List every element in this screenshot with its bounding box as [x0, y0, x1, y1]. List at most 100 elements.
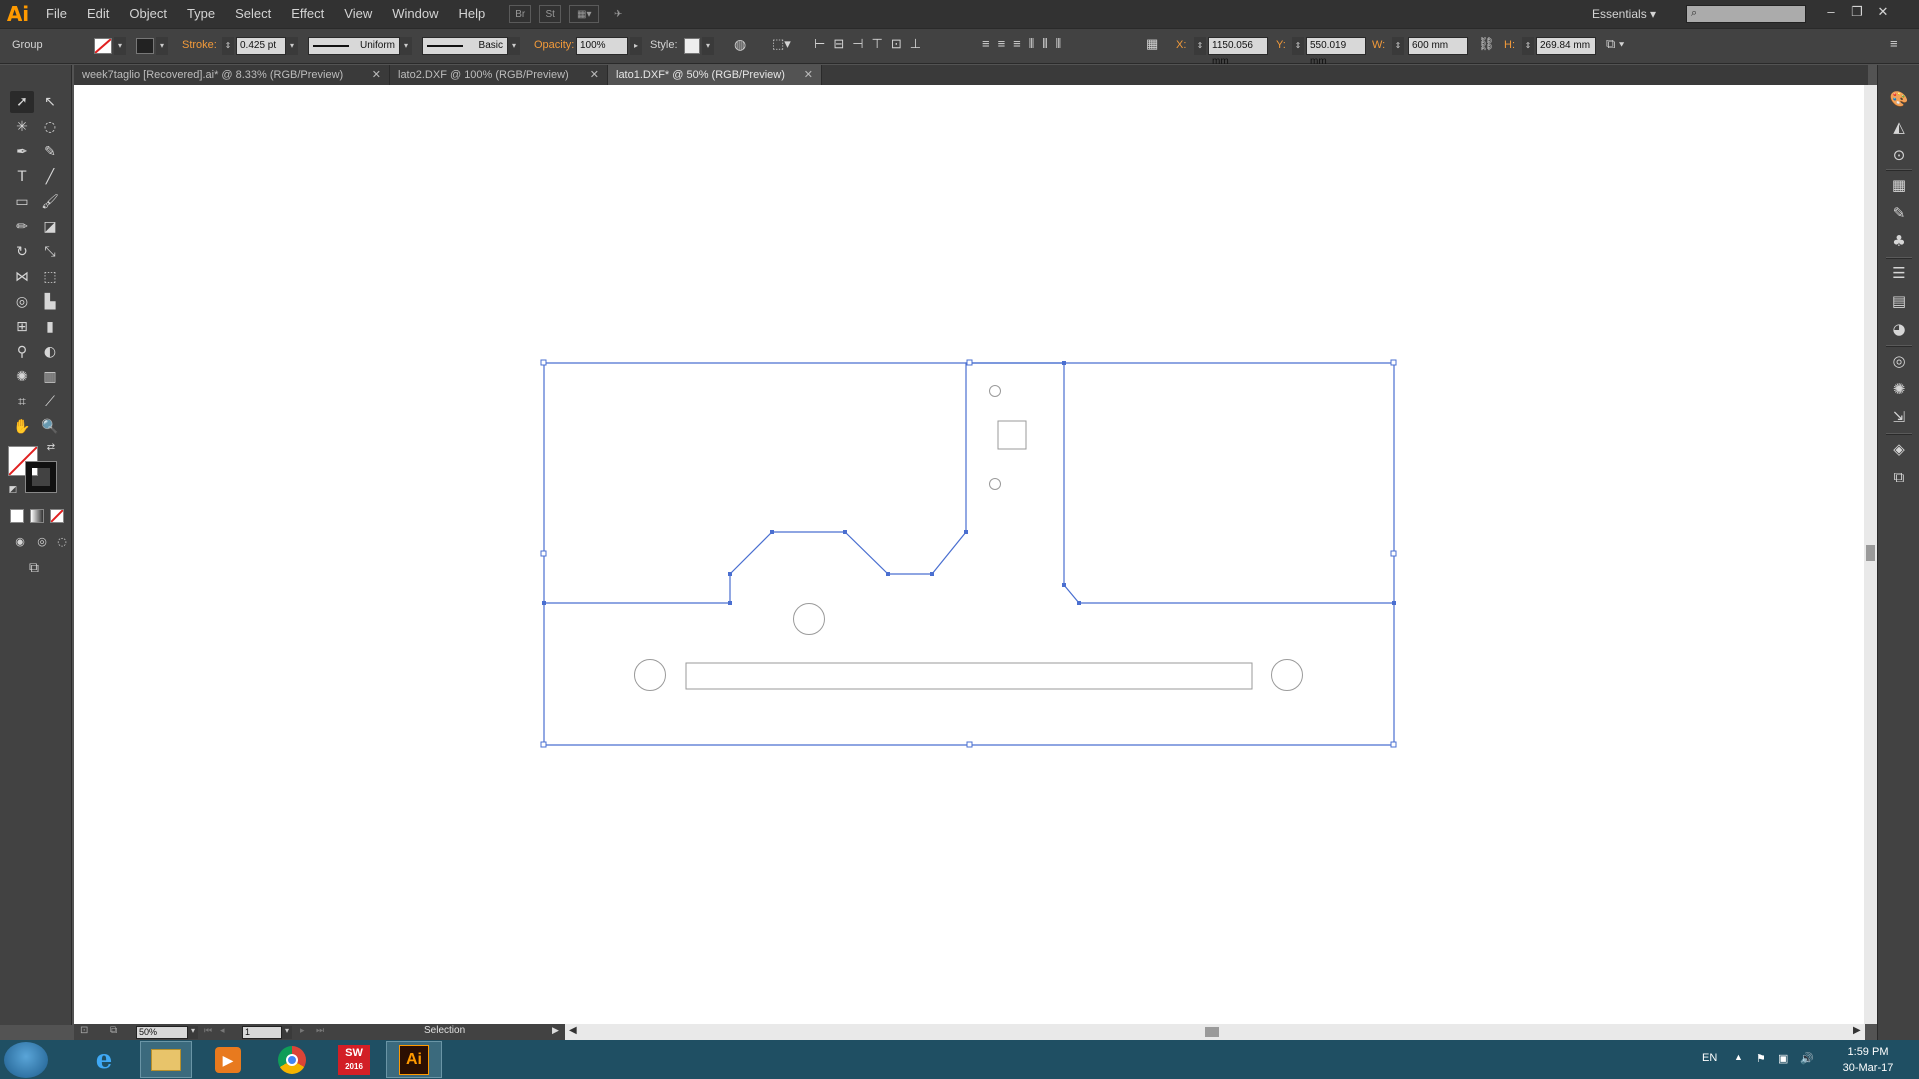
bridge-button[interactable]: Br: [509, 5, 532, 23]
artboard-dropdown[interactable]: ▾: [282, 1026, 292, 1039]
zoom-preset-icon[interactable]: ⊡: [80, 1025, 88, 1036]
restore-button[interactable]: ❐: [1844, 2, 1870, 22]
default-colors-icon[interactable]: ◩: [6, 483, 20, 497]
close-tab-icon[interactable]: ✕: [372, 65, 381, 85]
magic-wand-tool-icon[interactable]: ✳: [10, 116, 34, 138]
transparency-panel-icon[interactable]: ◕: [1889, 319, 1909, 339]
color-mode-icon[interactable]: [10, 509, 24, 523]
paintbrush-tool-icon[interactable]: 🖌: [38, 191, 62, 213]
stroke-color-swatch[interactable]: [25, 461, 57, 493]
mesh-tool-icon[interactable]: ⊞: [10, 316, 34, 338]
transform-reference-point-icon[interactable]: ▦: [1146, 36, 1158, 52]
distribute-buttons-icon[interactable]: ≡≡≡⫴⫴⫴: [982, 36, 1069, 52]
constrain-proportions-icon[interactable]: ⛓: [1478, 36, 1495, 52]
blend-tool-icon[interactable]: ◐: [38, 341, 62, 363]
symbols-panel-icon[interactable]: ♣: [1889, 231, 1909, 251]
symbol-sprayer-tool-icon[interactable]: ✺: [10, 366, 34, 388]
close-tab-icon[interactable]: ✕: [804, 65, 813, 85]
layers-panel-icon[interactable]: ◈: [1889, 439, 1909, 459]
menu-object[interactable]: Object: [119, 0, 177, 28]
show-hidden-icons-icon[interactable]: ▲: [1734, 1052, 1743, 1062]
h-field[interactable]: 269.84 mm: [1536, 37, 1596, 55]
draw-normal-icon[interactable]: ◉: [8, 531, 32, 553]
perspective-grid-tool-icon[interactable]: ▙: [38, 291, 62, 313]
align-to-selection-icon[interactable]: ⬚▾: [772, 36, 791, 52]
stroke-label[interactable]: Stroke:: [182, 39, 217, 51]
rectangle-tool-icon[interactable]: ▭: [10, 191, 34, 213]
menu-window[interactable]: Window: [382, 0, 448, 28]
opacity-slider-toggle[interactable]: ▸: [630, 37, 642, 55]
swatches-panel-icon[interactable]: ▦: [1889, 175, 1909, 195]
y-field[interactable]: 550.019 mm: [1306, 37, 1366, 67]
pen-tool-icon[interactable]: ✒: [10, 141, 34, 163]
workspace-switcher[interactable]: Essentials ▾: [1592, 0, 1656, 28]
gradient-tool-icon[interactable]: ▮: [38, 316, 62, 338]
menu-file[interactable]: File: [36, 0, 77, 28]
y-label[interactable]: Y:: [1276, 39, 1286, 51]
brush-dropdown[interactable]: ▾: [508, 37, 520, 55]
selected-artwork[interactable]: [74, 85, 1864, 1024]
change-screen-mode-icon[interactable]: ⧉: [22, 557, 46, 579]
solidworks-taskbar-icon[interactable]: SW 2016: [326, 1041, 382, 1078]
menu-select[interactable]: Select: [225, 0, 281, 28]
eraser-tool-icon[interactable]: ◪: [38, 216, 62, 238]
opacity-label[interactable]: Opacity:: [534, 39, 574, 51]
zoom-field[interactable]: 50%: [136, 1026, 188, 1039]
scroll-left-icon[interactable]: ◀: [569, 1025, 577, 1036]
stroke-panel-icon[interactable]: ☰: [1889, 263, 1909, 283]
volume-icon[interactable]: 🔊: [1800, 1052, 1814, 1065]
stroke-weight-field[interactable]: 0.425 pt: [236, 37, 286, 55]
color-panel-icon[interactable]: 🎨: [1889, 89, 1909, 109]
tab-lato1[interactable]: lato1.DXF* @ 50% (RGB/Preview) ✕: [608, 65, 822, 85]
width-tool-icon[interactable]: ⋈: [10, 266, 34, 288]
language-indicator[interactable]: EN: [1702, 1052, 1717, 1064]
close-button[interactable]: ✕: [1870, 2, 1896, 22]
first-artboard-icon[interactable]: ⏮: [204, 1025, 212, 1036]
media-player-taskbar-icon[interactable]: ▶: [200, 1041, 256, 1078]
pencil-tool-icon[interactable]: ✏: [10, 216, 34, 238]
w-stepper[interactable]: ⇕: [1392, 37, 1404, 55]
stroke-swatch[interactable]: [136, 38, 154, 54]
line-segment-tool-icon[interactable]: ╱: [38, 166, 62, 188]
graphic-style-swatch[interactable]: [684, 38, 700, 54]
x-stepper[interactable]: ⇕: [1194, 37, 1206, 55]
horizontal-scrollbar[interactable]: ◀ ▶: [565, 1024, 1865, 1040]
none-mode-icon[interactable]: [50, 509, 64, 523]
slice-tool-icon[interactable]: ⟋: [38, 391, 62, 413]
previous-artboard-icon[interactable]: ◂: [220, 1025, 225, 1036]
w-label[interactable]: W:: [1372, 39, 1385, 51]
zoom-fit-icon[interactable]: ⧉: [110, 1025, 117, 1036]
fill-dropdown[interactable]: ▾: [114, 37, 126, 55]
brushes-panel-icon[interactable]: ✎: [1889, 203, 1909, 223]
column-graph-tool-icon[interactable]: ▥: [38, 366, 62, 388]
style-dropdown[interactable]: ▾: [702, 37, 714, 55]
hand-tool-icon[interactable]: ✋: [10, 416, 34, 438]
stroke-swatch-dropdown[interactable]: ▾: [156, 37, 168, 55]
curvature-tool-icon[interactable]: ✎: [38, 141, 62, 163]
menu-view[interactable]: View: [334, 0, 382, 28]
system-clock[interactable]: 1:59 PM 30-Mar-17: [1820, 1044, 1916, 1076]
artboard-tool-icon[interactable]: ⌗: [10, 391, 34, 413]
zoom-tool-icon[interactable]: 🔍: [38, 416, 62, 438]
profile-dropdown[interactable]: ▾: [400, 37, 412, 55]
help-search-input[interactable]: ⌕: [1686, 5, 1806, 23]
status-menu-arrow-icon[interactable]: ▶: [552, 1025, 559, 1036]
internet-explorer-taskbar-icon[interactable]: e: [76, 1041, 132, 1078]
menu-effect[interactable]: Effect: [281, 0, 334, 28]
direct-selection-tool-icon[interactable]: ↖: [38, 91, 62, 113]
scale-tool-icon[interactable]: ⤡: [38, 241, 62, 263]
asset-export-panel-icon[interactable]: ⇲: [1889, 407, 1909, 427]
type-tool-icon[interactable]: T: [10, 166, 34, 188]
last-artboard-icon[interactable]: ⏭: [316, 1025, 324, 1036]
zoom-dropdown[interactable]: ▾: [188, 1026, 198, 1039]
selection-tool-icon[interactable]: ➚: [10, 91, 34, 113]
next-artboard-icon[interactable]: ▸: [300, 1025, 305, 1036]
h-label[interactable]: H:: [1504, 39, 1515, 51]
cc-libraries-icon[interactable]: ⊙: [1889, 145, 1909, 165]
vertical-scrollbar[interactable]: [1864, 85, 1877, 1024]
start-button[interactable]: [4, 1042, 48, 1078]
scroll-right-icon[interactable]: ▶: [1853, 1025, 1861, 1036]
status-mode[interactable]: Selection: [424, 1025, 465, 1036]
menu-help[interactable]: Help: [448, 0, 495, 28]
rotate-tool-icon[interactable]: ↻: [10, 241, 34, 263]
